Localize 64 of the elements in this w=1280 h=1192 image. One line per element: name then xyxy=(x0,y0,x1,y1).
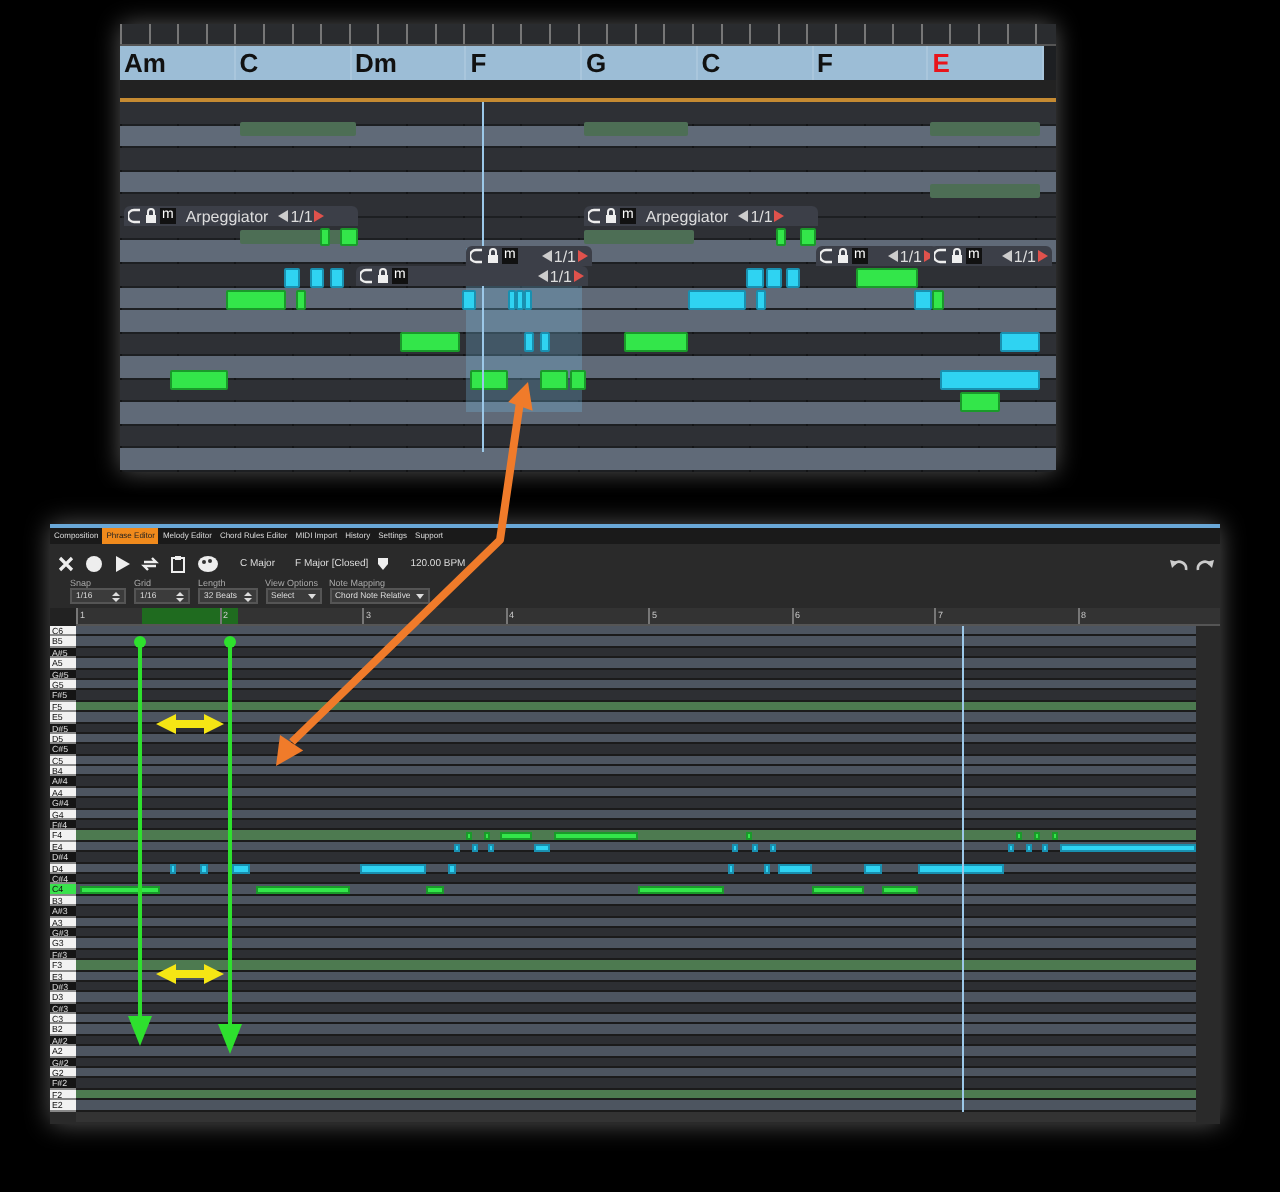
loop-icon[interactable] xyxy=(820,248,834,264)
lock-icon[interactable] xyxy=(836,248,850,264)
play-icon[interactable] xyxy=(112,554,132,574)
variation-counter: 1/1 xyxy=(549,267,572,285)
next-icon[interactable] xyxy=(774,208,785,224)
lock-icon[interactable] xyxy=(376,268,390,284)
palette-icon[interactable] xyxy=(196,554,220,574)
note-block[interactable] xyxy=(882,886,918,895)
lock-icon[interactable] xyxy=(144,208,158,224)
variation-counter: 1/1 xyxy=(899,247,922,265)
width-arrow xyxy=(156,714,224,734)
caret-icon[interactable] xyxy=(307,592,316,600)
loop-icon[interactable] xyxy=(128,208,142,224)
spinner-icon[interactable] xyxy=(243,591,252,601)
close-icon[interactable] xyxy=(56,554,76,574)
lane-highlight xyxy=(930,122,1040,136)
redo-icon[interactable] xyxy=(1196,557,1214,571)
undo-icon[interactable] xyxy=(1170,557,1188,571)
variation-counter: 1/1 xyxy=(290,207,313,225)
loop-icon[interactable] xyxy=(470,248,484,264)
lock-icon[interactable] xyxy=(486,248,500,264)
previous-icon[interactable] xyxy=(738,208,749,224)
chord-label: G xyxy=(586,49,607,77)
clip-title: Arpeggiator xyxy=(645,207,729,225)
lock-icon[interactable] xyxy=(950,248,964,264)
next-icon[interactable] xyxy=(1038,248,1048,264)
note-block[interactable] xyxy=(256,886,350,895)
variation-counter: 1/1 xyxy=(750,207,773,225)
note-block[interactable] xyxy=(554,832,638,841)
lane-highlight xyxy=(930,184,1040,198)
next-icon[interactable] xyxy=(314,208,325,224)
note-block[interactable] xyxy=(500,832,532,841)
chord-label: C xyxy=(701,49,721,77)
chord-label: Dm xyxy=(355,49,397,77)
clipboard-icon[interactable] xyxy=(168,554,188,574)
horizontal-scrollbar[interactable] xyxy=(76,1111,1196,1122)
note-block[interactable] xyxy=(638,886,724,895)
loop-icon[interactable] xyxy=(140,554,160,574)
spinner-icon[interactable] xyxy=(112,591,120,601)
chord-label: F xyxy=(817,49,833,77)
caret-icon[interactable] xyxy=(416,592,425,600)
loop-icon[interactable] xyxy=(934,248,948,264)
previous-icon[interactable] xyxy=(278,208,289,224)
chord-label: Am xyxy=(124,49,166,77)
variation-counter: 1/1 xyxy=(1013,247,1036,265)
loop-icon[interactable] xyxy=(588,208,602,224)
chord-label: E xyxy=(932,49,950,77)
chord-label: F xyxy=(470,49,487,77)
chord-label: C xyxy=(239,49,259,77)
record-icon[interactable] xyxy=(84,554,104,574)
lane-highlight xyxy=(240,122,356,136)
lock-icon[interactable] xyxy=(604,208,618,224)
previous-icon[interactable] xyxy=(887,248,898,264)
shield-icon[interactable] xyxy=(376,556,391,572)
width-arrow xyxy=(156,964,224,984)
note-block[interactable] xyxy=(80,886,160,895)
variation-counter: 1/1 xyxy=(553,247,576,265)
note-block[interactable] xyxy=(812,886,864,895)
lane-highlight xyxy=(584,122,688,136)
spinner-icon[interactable] xyxy=(176,591,184,601)
clip-title: Arpeggiator xyxy=(185,207,269,225)
previous-icon[interactable] xyxy=(1001,248,1012,264)
lane-highlight xyxy=(584,230,694,244)
loop-icon[interactable] xyxy=(360,268,374,284)
